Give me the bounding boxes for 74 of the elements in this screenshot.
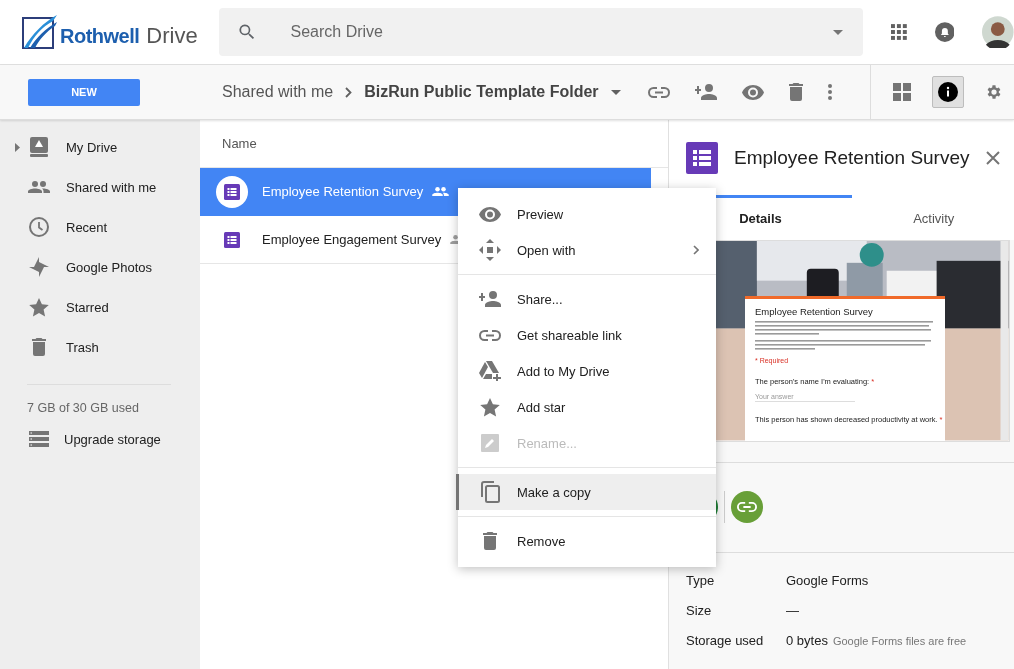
drive-icon (28, 137, 50, 157)
chevron-right-icon (345, 86, 353, 98)
eye-icon[interactable] (742, 84, 764, 100)
sidebar-item[interactable]: Google Photos (0, 247, 200, 287)
dropdown-icon[interactable] (832, 29, 843, 35)
sidebar-item[interactable]: Recent (0, 207, 200, 247)
settings-icon[interactable] (985, 83, 1003, 101)
storage-usage: 7 GB of 30 GB used (27, 401, 140, 415)
logo-icon (22, 14, 58, 50)
link-icon (737, 502, 757, 513)
avatar[interactable] (982, 16, 1014, 48)
brand-name: Rothwell (60, 25, 140, 48)
notification-bell-icon[interactable] (934, 22, 955, 42)
property-value: Google Forms (786, 573, 869, 588)
chevron-right-icon (693, 245, 699, 255)
property-value: 0 bytes (786, 633, 828, 648)
pencil-icon (481, 434, 499, 452)
menu-item[interactable]: Get shareable link (456, 317, 716, 353)
sidebar-item[interactable]: My Drive (0, 127, 200, 167)
menu-item[interactable]: Remove (456, 523, 716, 559)
sidebar-item[interactable]: Trash (0, 327, 200, 367)
link-icon (479, 329, 501, 341)
form-icon (224, 231, 240, 248)
dropdown-icon[interactable] (610, 89, 621, 95)
property-label: Size (686, 603, 713, 618)
details-title: Employee Retention Survey (734, 146, 970, 169)
search-field[interactable]: Search Drive (218, 8, 863, 56)
breadcrumb-item[interactable]: BizRun Public Template Folder (364, 83, 599, 101)
link-sharing-button[interactable] (731, 491, 763, 524)
property-note: Google Forms files are free (832, 635, 967, 647)
property-label: Storage used (686, 633, 765, 648)
file-name: Employee Retention Survey (262, 184, 424, 199)
product-name: Drive (146, 23, 198, 49)
upgrade-storage-link[interactable]: Upgrade storage (28, 419, 200, 459)
trash-icon (483, 532, 497, 550)
sidebar-item[interactable]: Shared with me (0, 167, 200, 207)
people-icon (28, 181, 50, 193)
star-icon (480, 397, 500, 417)
drive-add-icon (479, 361, 501, 381)
menu-item[interactable]: Add star (456, 389, 716, 425)
link-icon[interactable] (648, 86, 670, 98)
search-input[interactable]: Search Drive (288, 22, 801, 42)
eye-icon (479, 206, 501, 222)
file-name: Employee Engagement Survey (262, 232, 442, 247)
new-button[interactable]: NEW (28, 78, 140, 106)
form-icon (686, 141, 718, 174)
form-title: Employee Retention Survey (755, 306, 874, 318)
expand-arrow-icon[interactable] (15, 142, 20, 152)
apps-grid-icon[interactable] (890, 24, 907, 40)
menu-item[interactable]: Share... (456, 281, 716, 317)
grid-view-icon[interactable] (893, 83, 911, 101)
details-tab[interactable]: Activity (852, 195, 1014, 241)
pinwheel-icon (28, 257, 50, 277)
trash-icon[interactable] (789, 83, 803, 101)
add-person-icon[interactable] (695, 84, 717, 100)
breadcrumb-item[interactable]: Shared with me (222, 83, 334, 101)
sidebar-item[interactable]: Starred (0, 287, 200, 327)
info-icon (938, 82, 958, 102)
property-label: Type (686, 573, 716, 588)
add-person-icon (479, 291, 501, 307)
clock-icon (28, 217, 50, 237)
property-value: — (786, 603, 799, 618)
star-icon (28, 297, 50, 317)
column-header[interactable]: Name (222, 136, 257, 151)
more-icon[interactable] (828, 84, 832, 100)
info-button[interactable] (932, 76, 964, 108)
menu-item[interactable]: Make a copy (456, 474, 716, 510)
storage-icon (28, 431, 50, 447)
menu-item[interactable]: Add to My Drive (456, 353, 716, 389)
shared-people-icon (432, 187, 450, 196)
move-arrows-icon (479, 239, 501, 261)
form-icon (224, 183, 240, 200)
close-icon[interactable] (985, 150, 1000, 165)
copy-icon (480, 481, 500, 503)
